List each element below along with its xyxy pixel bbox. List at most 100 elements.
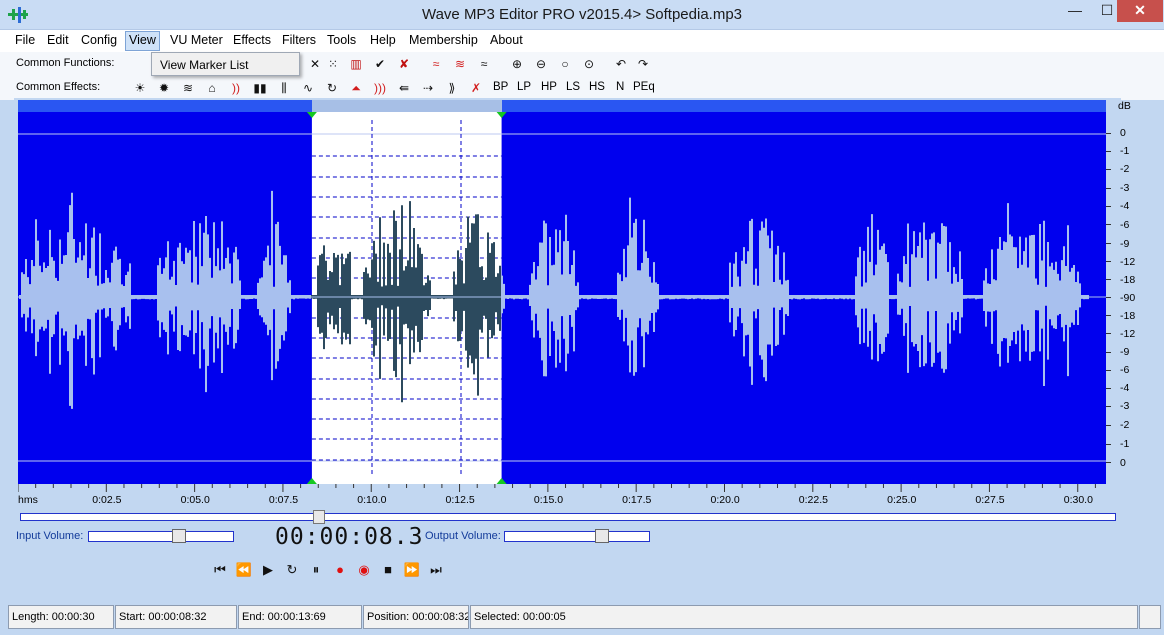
status-selected: Selected: 00:00:05 (470, 605, 1138, 629)
bars-icon[interactable]: ▥ (347, 56, 365, 72)
time-label: 0:20.0 (710, 494, 740, 506)
filter-bp-button[interactable]: BP (493, 81, 508, 93)
input-volume-slider[interactable] (88, 531, 234, 542)
view-marker-list-item[interactable]: View Marker List (160, 58, 248, 72)
undo-icon[interactable]: ↶ (612, 56, 630, 72)
filter-lp-button[interactable]: LP (517, 81, 531, 93)
amplify-icon[interactable]: ▮▮ (251, 80, 269, 96)
menu-file[interactable]: File (12, 33, 38, 47)
dispatch-icon[interactable]: ⌂ (203, 80, 221, 96)
zoom-in-icon[interactable]: ⊕ (508, 56, 526, 72)
darken-icon[interactable]: ✹ (155, 80, 173, 96)
filter-ls-button[interactable]: LS (566, 81, 580, 93)
menu-membership[interactable]: Membership (406, 33, 481, 47)
output-volume-label: Output Volume: (425, 530, 501, 542)
db-label: -1 (1120, 145, 1130, 158)
time-display: 00:00:08.3 (275, 524, 424, 550)
menu-edit[interactable]: Edit (44, 33, 72, 47)
db-label: -12 (1120, 328, 1136, 341)
db-label: -12 (1120, 255, 1136, 268)
select-dots-icon[interactable]: ⁙ (324, 56, 342, 72)
db-tick (1106, 387, 1111, 389)
stop-icon[interactable]: ■ (378, 561, 398, 579)
to-end-icon[interactable]: ⏭ (426, 561, 446, 579)
db-tick (1106, 443, 1111, 445)
compress-icon[interactable]: ⫼ (275, 80, 293, 96)
menu-config[interactable]: Config (78, 33, 120, 47)
db-label: -2 (1120, 419, 1130, 432)
menu-help[interactable]: Help (367, 33, 399, 47)
brightness-icon[interactable]: ☀ (131, 80, 149, 96)
status-end: End: 00:00:13:69 (238, 605, 362, 629)
zoom-icon[interactable]: ○ (556, 56, 574, 72)
noise-icon[interactable]: ✗ (467, 80, 485, 96)
menu-effects[interactable]: Effects (230, 33, 274, 47)
fast-forward-icon[interactable]: ⏩ (402, 561, 422, 579)
wave-icon[interactable]: ≋ (179, 80, 197, 96)
output-volume-slider[interactable] (504, 531, 650, 542)
time-ruler: hms 0:02.5 0:05.0 0:07.5 0:10.0 0:12.5 0:15.0… (18, 484, 1106, 508)
time-label: 0:02.5 (92, 494, 122, 506)
db-tick (1106, 132, 1111, 134)
loop-icon[interactable]: ↻ (282, 561, 302, 579)
zoom-out-icon[interactable]: ⊖ (532, 56, 550, 72)
echo-icon[interactable]: )) (227, 80, 245, 96)
db-tick (1106, 261, 1111, 263)
check-icon[interactable]: ✔ (371, 56, 389, 72)
overview-scroll-thumb[interactable] (312, 100, 502, 112)
status-position: Position: 00:00:08:32 (363, 605, 469, 629)
play-icon[interactable]: ▶ (258, 561, 278, 579)
filter-hp-button[interactable]: HP (541, 81, 557, 93)
output-volume-thumb[interactable] (594, 529, 609, 543)
wave-red-icon-2[interactable]: ≋ (451, 56, 469, 72)
wave-red-icon[interactable]: ≈ (427, 56, 445, 72)
time-label: 0:05.0 (180, 494, 210, 506)
fade-icon[interactable]: ))) (371, 80, 389, 96)
wave-level-icon[interactable]: ∿ (299, 80, 317, 96)
time-label: 0:07.5 (268, 494, 299, 506)
window-title: Wave MP3 Editor PRO v2015.4> Softpedia.m… (421, 6, 743, 23)
minimize-button[interactable]: — (1060, 0, 1090, 22)
db-tick (1106, 351, 1111, 353)
filter-hs-button[interactable]: HS (589, 81, 605, 93)
menu-view[interactable]: View (125, 31, 160, 51)
reverse-icon[interactable]: ⇚ (395, 80, 413, 96)
db-tick (1106, 279, 1111, 281)
pause-icon[interactable]: ⏸ (306, 561, 326, 579)
pitch-icon[interactable]: ⇢ (419, 80, 437, 96)
menu-vu-meter[interactable]: VU Meter (167, 33, 226, 47)
record-icon[interactable]: ● (330, 561, 350, 579)
stretch-icon[interactable]: ⟫ (443, 80, 461, 96)
db-label: -6 (1120, 364, 1130, 377)
db-label: -9 (1120, 346, 1130, 359)
envelope-icon[interactable]: ⏶ (347, 80, 365, 96)
db-scale: dB 0 -1 -2 -3 -4 -6 -9 -12 -18 -90 -18 -12 -9 -6 -4 -3 -… (1106, 100, 1146, 488)
check-cross-icon[interactable]: ✘ (395, 56, 413, 72)
waveform-canvas[interactable] (18, 112, 1106, 484)
db-label: 0 (1120, 456, 1126, 469)
common-functions-label: Common Functions: (16, 57, 115, 69)
menu-filters[interactable]: Filters (279, 33, 319, 47)
rewind-icon[interactable]: ⏪ (234, 561, 254, 579)
to-start-icon[interactable]: ⏮ (210, 561, 230, 579)
input-volume-thumb[interactable] (171, 529, 186, 543)
record-mark-icon[interactable]: ◉ (354, 561, 374, 579)
menu-tools[interactable]: Tools (324, 33, 359, 47)
menu-about[interactable]: About (487, 33, 526, 47)
db-label: 0 (1120, 127, 1126, 140)
wave-mix-icon[interactable]: ≈ (475, 56, 493, 72)
db-tick (1106, 187, 1111, 189)
filter-peq-button[interactable]: PEq (633, 81, 655, 93)
close-button[interactable]: ✕ (1117, 0, 1163, 22)
status-length: Length: 00:00:30 (8, 605, 114, 629)
db-tick (1106, 369, 1111, 371)
db-label: -1 (1120, 438, 1130, 451)
position-slider-thumb[interactable] (313, 510, 325, 524)
position-slider-track[interactable] (20, 513, 1116, 521)
wave-overview-scrollbar[interactable] (18, 100, 1106, 112)
zoom-fit-icon[interactable]: ⊙ (580, 56, 598, 72)
redo-icon[interactable]: ↷ (634, 56, 652, 72)
crop-x-icon[interactable]: ✕ (306, 56, 324, 72)
filter-n-button[interactable]: N (616, 81, 624, 93)
loop-icon[interactable]: ↻ (323, 80, 341, 96)
